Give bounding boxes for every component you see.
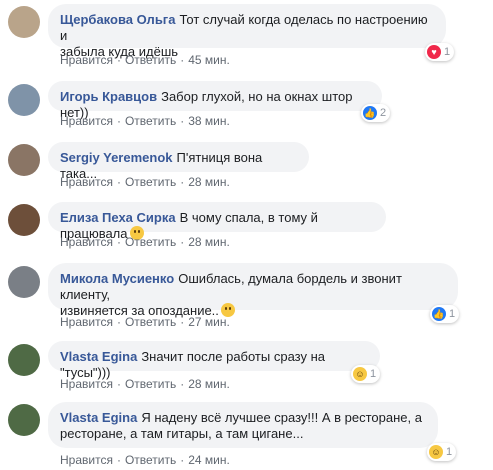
separator-dot: · [180, 175, 185, 189]
separator-dot: · [180, 114, 185, 128]
comment-bubble: Vlasta Egina Значит после работы сразу на… [48, 341, 380, 380]
separator-dot: · [180, 377, 185, 391]
reaction-count: 1 [446, 446, 453, 458]
reaction-badge[interactable]: 👍 1 [430, 305, 460, 323]
separator-dot: · [180, 53, 185, 67]
avatar[interactable] [8, 144, 40, 176]
comment-bubble: Микола Мусиенко Ошиблась, думала бордель … [48, 263, 458, 318]
avatar[interactable] [8, 84, 40, 116]
reaction-badge[interactable]: 👍 2 [361, 104, 391, 122]
comment-actions: Нравится · Ответить · 24 мин. [60, 453, 230, 467]
comment-author[interactable]: Vlasta Egina [60, 410, 137, 425]
avatar[interactable] [8, 204, 40, 236]
comment-author[interactable]: Sergiy Yeremenok [60, 150, 173, 165]
comment-author[interactable]: Vlasta Egina [60, 349, 137, 364]
avatar[interactable] [8, 6, 40, 38]
reaction-badge[interactable]: ☺ 1 [351, 365, 381, 383]
comment-bubble: Vlasta Egina Я надену всё лучшее сразу!!!… [48, 402, 438, 448]
laughing-face-icon: ☺ [353, 367, 367, 381]
comment-actions: Нравится · Ответить · 45 мин. [60, 53, 230, 67]
reply-link[interactable]: Ответить [125, 315, 176, 329]
reaction-count: 2 [380, 107, 387, 119]
heart-icon: ♥ [427, 45, 441, 59]
like-link[interactable]: Нравится [60, 315, 113, 329]
reply-link[interactable]: Ответить [125, 453, 176, 467]
comment-author[interactable]: Микола Мусиенко [60, 271, 174, 286]
reply-link[interactable]: Ответить [125, 53, 176, 67]
reaction-count: 1 [449, 308, 456, 320]
thumbs-up-icon: 👍 [432, 307, 446, 321]
avatar[interactable] [8, 344, 40, 376]
timestamp[interactable]: 45 мин. [188, 53, 230, 67]
comment-bubble: Щербакова Ольга Тот случай когда оделась … [48, 4, 446, 59]
separator-dot: · [116, 453, 121, 467]
comment-bubble: Елиза Пеха Сирка В чому спала, в тому й п… [48, 202, 386, 241]
avatar[interactable] [8, 404, 40, 436]
comment-author[interactable]: Щербакова Ольга [60, 12, 175, 27]
comment-author[interactable]: Елиза Пеха Сирка [60, 210, 176, 225]
separator-dot: · [116, 114, 121, 128]
timestamp[interactable]: 28 мин. [188, 175, 230, 189]
separator-dot: · [180, 235, 185, 249]
reaction-badge[interactable]: ♥ 1 [425, 43, 455, 61]
comment-actions: Нравится · Ответить · 28 мин. [60, 377, 230, 391]
laughing-face-icon: ☺ [429, 445, 443, 459]
separator-dot: · [116, 235, 121, 249]
like-link[interactable]: Нравится [60, 114, 113, 128]
timestamp[interactable]: 24 мин. [188, 453, 230, 467]
comment-actions: Нравится · Ответить · 27 мин. [60, 315, 230, 329]
separator-dot: · [180, 453, 185, 467]
separator-dot: · [116, 315, 121, 329]
reply-link[interactable]: Ответить [125, 175, 176, 189]
like-link[interactable]: Нравится [60, 377, 113, 391]
separator-dot: · [116, 53, 121, 67]
like-link[interactable]: Нравится [60, 175, 113, 189]
like-link[interactable]: Нравится [60, 235, 113, 249]
timestamp[interactable]: 28 мин. [188, 377, 230, 391]
reply-link[interactable]: Ответить [125, 235, 176, 249]
avatar[interactable] [8, 266, 40, 298]
reaction-count: 1 [370, 368, 377, 380]
thumbs-up-icon: 👍 [363, 106, 377, 120]
comment-bubble: Игорь Кравцов Забор глухой, но на окнах ш… [48, 81, 382, 120]
separator-dot: · [116, 377, 121, 391]
comment-actions: Нравится · Ответить · 28 мин. [60, 175, 230, 189]
separator-dot: · [116, 175, 121, 189]
comment-bubble: Sergiy Yeremenok П'ятниця вона така... [48, 142, 309, 181]
separator-dot: · [180, 315, 185, 329]
timestamp[interactable]: 38 мин. [188, 114, 230, 128]
comment-actions: Нравится · Ответить · 28 мин. [60, 235, 230, 249]
reply-link[interactable]: Ответить [125, 114, 176, 128]
timestamp[interactable]: 28 мин. [188, 235, 230, 249]
like-link[interactable]: Нравится [60, 53, 113, 67]
timestamp[interactable]: 27 мин. [188, 315, 230, 329]
comment-actions: Нравится · Ответить · 38 мин. [60, 114, 230, 128]
comment-author[interactable]: Игорь Кравцов [60, 89, 157, 104]
reply-link[interactable]: Ответить [125, 377, 176, 391]
reaction-count: 1 [444, 46, 451, 58]
reaction-badge[interactable]: ☺ 1 [427, 443, 457, 461]
like-link[interactable]: Нравится [60, 453, 113, 467]
